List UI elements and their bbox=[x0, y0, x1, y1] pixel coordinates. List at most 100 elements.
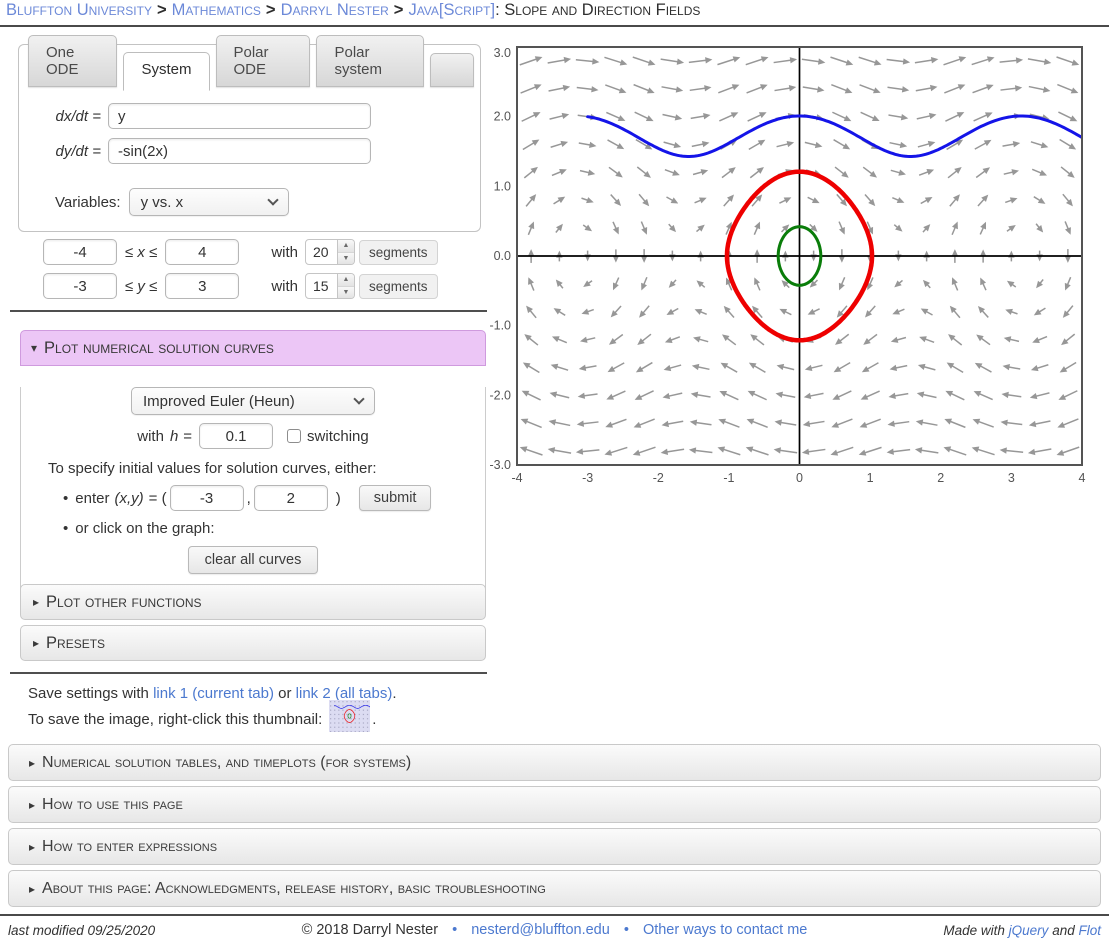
chevron-down-icon bbox=[267, 194, 278, 205]
switching-label: switching bbox=[307, 428, 369, 445]
presets-title: Presets bbox=[46, 634, 105, 653]
spinner-up-icon[interactable]: ▲ bbox=[338, 274, 354, 287]
breadcrumb-separator: > bbox=[157, 1, 167, 19]
email-link[interactable]: nesterd@bluffton.edu bbox=[471, 922, 610, 938]
bullet-icon: • bbox=[63, 490, 68, 507]
svg-text:0: 0 bbox=[796, 471, 803, 485]
spinner-up-icon[interactable]: ▲ bbox=[338, 240, 354, 253]
x-max-input[interactable] bbox=[165, 239, 239, 265]
comma-separator: , bbox=[247, 490, 251, 507]
breadcrumb-link-javascript[interactable]: Java[Script] bbox=[408, 1, 495, 19]
dy-dt-input[interactable] bbox=[108, 138, 371, 164]
svg-text:-3.0: -3.0 bbox=[489, 458, 511, 472]
breadcrumb-link-darryl-nester[interactable]: Darryl Nester bbox=[281, 1, 389, 19]
x-segments-spinner: 20 ▲ ▼ bbox=[305, 239, 355, 265]
numerical-tables-header[interactable]: ▸ Numerical solution tables, and timeplo… bbox=[8, 744, 1101, 781]
y-segments-value[interactable]: 15 bbox=[305, 273, 338, 299]
solution-curves-header[interactable]: ▾ Plot numerical solution curves bbox=[20, 330, 486, 366]
tab-one-ode[interactable]: One ODE bbox=[28, 35, 117, 87]
method-select[interactable]: Improved Euler (Heun) bbox=[131, 387, 375, 415]
caret-right-icon: ▸ bbox=[29, 882, 35, 896]
page-title: Slope and Direction Fields bbox=[504, 1, 700, 19]
breadcrumb-link-bluffton[interactable]: Bluffton University bbox=[6, 1, 152, 19]
how-to-enter-expressions-title: How to enter expressions bbox=[42, 838, 217, 856]
breadcrumb-colon: : bbox=[495, 1, 500, 19]
x-range-row: ≤ x ≤ with 20 ▲ ▼ segments bbox=[18, 239, 438, 265]
made-with-label: Made with bbox=[943, 923, 1005, 938]
initial-x-input[interactable] bbox=[170, 485, 244, 511]
page: Bluffton University>Mathematics>Darryl N… bbox=[0, 0, 1109, 942]
with-label: with bbox=[271, 244, 298, 261]
svg-text:3: 3 bbox=[1008, 471, 1015, 485]
caret-right-icon: ▸ bbox=[29, 798, 35, 812]
tab-polar-system[interactable]: Polar system bbox=[316, 35, 423, 87]
submit-button[interactable]: submit bbox=[359, 485, 432, 511]
h-value-input[interactable] bbox=[199, 423, 273, 449]
y-min-input[interactable] bbox=[43, 273, 117, 299]
x-min-input[interactable] bbox=[43, 239, 117, 265]
click-graph-row: • or click on the graph: bbox=[63, 520, 485, 537]
initial-y-input[interactable] bbox=[254, 485, 328, 511]
dx-dt-label: dx/dt = bbox=[23, 108, 101, 125]
svg-text:-4: -4 bbox=[511, 471, 522, 485]
ode-type-panel: One ODE System Polar ODE Polar system dx… bbox=[18, 44, 481, 232]
numerical-tables-title: Numerical solution tables, and timeplots… bbox=[42, 754, 411, 772]
svg-text:0.0: 0.0 bbox=[494, 249, 511, 263]
plot-other-functions-header[interactable]: ▸ Plot other functions bbox=[20, 584, 486, 620]
breadcrumb-link-mathematics[interactable]: Mathematics bbox=[172, 1, 261, 19]
caret-down-icon: ▾ bbox=[31, 341, 37, 355]
presets-header[interactable]: ▸ Presets bbox=[20, 625, 486, 661]
x-segments-value[interactable]: 20 bbox=[305, 239, 338, 265]
method-select-value: Improved Euler (Heun) bbox=[143, 393, 295, 410]
caret-right-icon: ▸ bbox=[29, 756, 35, 770]
y-max-input[interactable] bbox=[165, 273, 239, 299]
svg-text:-1.0: -1.0 bbox=[489, 319, 511, 333]
breadcrumb: Bluffton University>Mathematics>Darryl N… bbox=[6, 1, 700, 20]
period: . bbox=[372, 711, 376, 728]
about-page-title: About this page: Acknowledgments, releas… bbox=[42, 880, 546, 898]
svg-text:3.0: 3.0 bbox=[494, 46, 511, 60]
switching-checkbox[interactable] bbox=[287, 429, 301, 443]
direction-field-plot[interactable]: -4-3-2-1012343.02.01.00.0-1.0-2.0-3.0 bbox=[485, 40, 1109, 492]
svg-text:-3: -3 bbox=[582, 471, 593, 485]
plot-other-functions-title: Plot other functions bbox=[46, 593, 202, 612]
y-range-row: ≤ y ≤ with 15 ▲ ▼ segments bbox=[18, 273, 438, 299]
bullet-icon: • bbox=[452, 922, 457, 938]
contact-link[interactable]: Other ways to contact me bbox=[643, 922, 807, 938]
footer-credits: Made with jQuery and Flot bbox=[943, 923, 1101, 938]
jquery-link[interactable]: jQuery bbox=[1009, 923, 1049, 938]
chevron-down-icon bbox=[353, 393, 364, 404]
how-to-use-header[interactable]: ▸ How to use this page bbox=[8, 786, 1101, 823]
tab-polar-ode[interactable]: Polar ODE bbox=[216, 35, 311, 87]
solution-curves-body: Improved Euler (Heun) with h = switching… bbox=[20, 387, 486, 596]
spinner-down-icon[interactable]: ▼ bbox=[338, 253, 354, 265]
bullet-icon: • bbox=[63, 520, 68, 537]
svg-text:2.0: 2.0 bbox=[494, 110, 511, 124]
section-divider bbox=[10, 672, 487, 674]
variables-select-value: y vs. x bbox=[141, 194, 184, 211]
plot-thumbnail-image[interactable] bbox=[329, 700, 370, 732]
spinner-down-icon[interactable]: ▼ bbox=[338, 287, 354, 299]
caret-right-icon: ▸ bbox=[33, 595, 39, 609]
thumbnail-label: To save the image, right-click this thum… bbox=[28, 711, 322, 728]
equals-sign: = bbox=[183, 428, 192, 445]
flot-link[interactable]: Flot bbox=[1078, 923, 1101, 938]
variables-select[interactable]: y vs. x bbox=[129, 188, 289, 216]
h-symbol: h bbox=[170, 428, 178, 445]
section-divider bbox=[10, 310, 487, 312]
variables-label: Variables: bbox=[55, 194, 121, 211]
with-label: with bbox=[271, 278, 298, 295]
how-to-enter-expressions-header[interactable]: ▸ How to enter expressions bbox=[8, 828, 1101, 865]
how-to-use-title: How to use this page bbox=[42, 796, 183, 814]
about-page-header[interactable]: ▸ About this page: Acknowledgments, rele… bbox=[8, 870, 1101, 907]
bullet-icon: • bbox=[624, 922, 629, 938]
dx-dt-input[interactable] bbox=[108, 103, 371, 129]
footer-divider bbox=[0, 914, 1109, 916]
svg-text:2: 2 bbox=[937, 471, 944, 485]
svg-text:-2.0: -2.0 bbox=[489, 388, 511, 402]
tab-system[interactable]: System bbox=[123, 52, 209, 91]
clear-all-curves-button[interactable]: clear all curves bbox=[188, 546, 319, 574]
thumbnail-row: To save the image, right-click this thum… bbox=[28, 700, 376, 732]
svg-text:1.0: 1.0 bbox=[494, 179, 511, 193]
segments-label: segments bbox=[359, 240, 438, 265]
